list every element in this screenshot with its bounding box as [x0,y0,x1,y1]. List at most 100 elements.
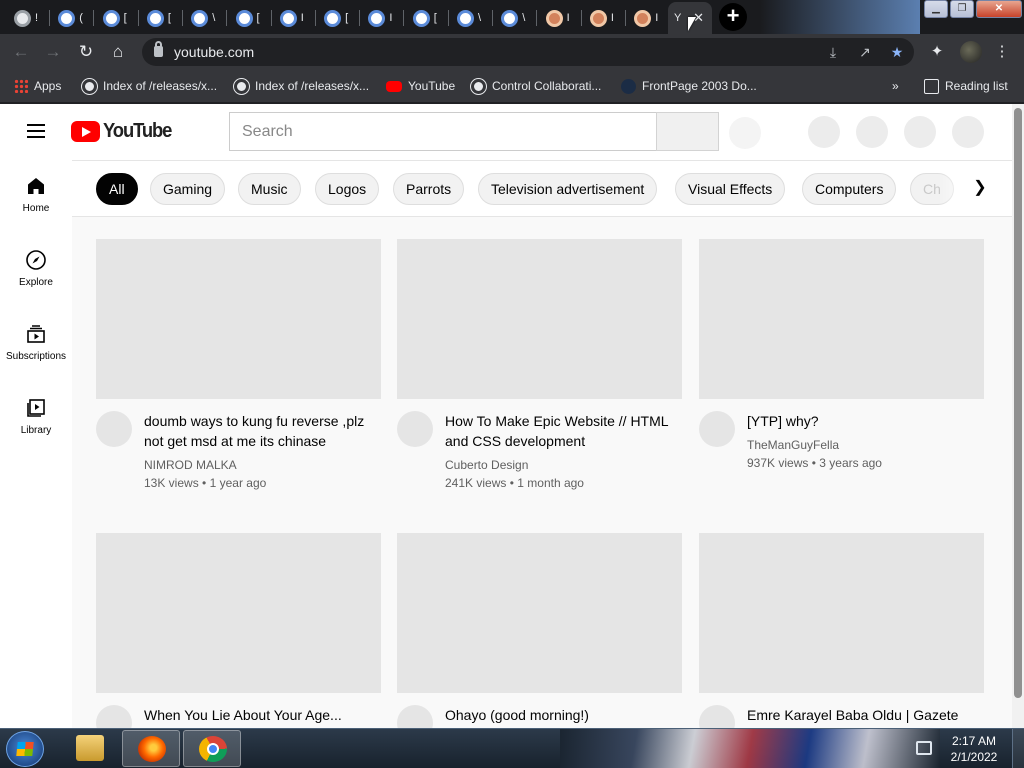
video-thumbnail[interactable] [96,533,381,693]
browser-tab[interactable]: I [628,4,671,32]
install-app-icon[interactable]: ⤓ [824,43,842,61]
url-text[interactable]: youtube.com [174,44,254,60]
browser-tab[interactable]: [ [318,4,361,32]
video-card[interactable]: [YTP] why? TheManGuyFella 937K views • 3… [699,239,985,470]
chip-parrots[interactable]: Parrots [393,173,465,205]
bookmark-frontpage-2003[interactable]: FrontPage 2003 Do... [621,77,757,95]
bookmark-index-releases-2[interactable]: Index of /releases/x... [234,77,369,95]
header-icon-placeholder[interactable] [904,116,936,148]
scrollbar-thumb[interactable] [1014,108,1022,698]
home-icon[interactable]: ⌂ [107,41,129,63]
channel-name[interactable]: NIMROD MALKA [144,458,237,472]
hamburger-menu-icon[interactable] [24,120,48,144]
browser-tab[interactable]: \ [495,4,538,32]
bookmark-youtube[interactable]: YouTube [386,77,455,95]
browser-tab[interactable]: [ [407,4,449,32]
chip-music[interactable]: Music [238,173,301,205]
chip-all[interactable]: All [96,173,138,205]
video-title[interactable]: doumb ways to kung fu reverse ,plz not g… [144,411,369,451]
chip-television-advertisement[interactable]: Television advertisement [478,173,658,205]
system-clock[interactable]: 2:17 AM 2/1/2022 [944,733,1004,765]
browser-tab[interactable]: I [584,4,626,32]
chip-visual-effects[interactable]: Visual Effects [675,173,786,205]
chip-gaming[interactable]: Gaming [150,173,226,205]
taskbar-explorer[interactable] [61,730,119,767]
show-desktop-button[interactable] [1012,729,1024,768]
channel-avatar[interactable] [96,411,132,447]
video-thumbnail[interactable] [96,239,381,399]
voice-search-placeholder[interactable] [729,117,761,149]
browser-tab[interactable]: \ [185,4,228,32]
address-bar[interactable]: youtube.com ⤓ ↗ ★ [142,38,914,66]
video-thumbnail[interactable] [699,239,984,399]
video-thumbnail[interactable] [699,533,984,693]
chrome-menu-icon[interactable]: ⋮ [992,42,1012,62]
video-thumbnail[interactable] [397,239,682,399]
search-box[interactable] [229,112,656,151]
bookmark-control-collaboration[interactable]: Control Collaborati... [471,77,601,95]
page-scrollbar[interactable] [1012,104,1024,728]
lock-icon[interactable] [154,41,163,57]
share-icon[interactable]: ↗ [856,43,874,61]
video-title[interactable]: How To Make Epic Website // HTML and CSS… [445,411,670,451]
bookmarks-overflow-button[interactable]: » [892,77,899,95]
browser-tab[interactable]: I [540,4,582,32]
close-window-button[interactable]: ✕ [976,0,1022,18]
browser-tab[interactable]: I [362,4,405,32]
channel-name[interactable]: TheManGuyFella [747,438,839,452]
channel-avatar[interactable] [96,705,132,728]
reading-list-button[interactable]: Reading list [924,77,1008,95]
video-card[interactable]: Emre Karayel Baba Oldu | Gazete [699,533,985,728]
taskbar-firefox[interactable] [122,730,180,767]
forward-icon[interactable]: → [42,41,64,63]
channel-avatar[interactable] [397,411,433,447]
browser-tab[interactable]: \ [451,4,493,32]
browser-tab[interactable]: I [274,4,316,32]
channel-name[interactable]: Cuberto Design [445,458,528,472]
video-title[interactable]: [YTP] why? [747,411,972,431]
channel-avatar[interactable] [397,705,433,728]
browser-tab[interactable]: [ [230,4,272,32]
maximize-button[interactable]: ❐ [950,0,974,18]
guide-item-subscriptions[interactable]: Subscriptions [0,308,72,382]
video-title[interactable]: When You Lie About Your Age... [144,705,369,725]
video-card[interactable]: When You Lie About Your Age... [96,533,382,728]
browser-tab[interactable]: [ [141,4,183,32]
network-icon[interactable] [916,741,932,755]
guide-item-home[interactable]: Home [0,160,72,234]
video-card[interactable]: How To Make Epic Website // HTML and CSS… [397,239,683,490]
video-title[interactable]: Emre Karayel Baba Oldu | Gazete [747,705,972,725]
profile-avatar[interactable] [960,41,982,63]
browser-tab[interactable]: [ [97,4,139,32]
avatar-placeholder[interactable] [952,116,984,148]
chip-computers[interactable]: Computers [802,173,897,205]
video-card[interactable]: Ohayo (good morning!) [397,533,683,728]
bookmark-apps[interactable]: Apps [14,77,61,95]
video-title[interactable]: Ohayo (good morning!) [445,705,670,725]
browser-tab[interactable]: ! [8,4,50,32]
video-thumbnail[interactable] [397,533,682,693]
new-tab-button[interactable]: + [719,3,747,31]
chip-logos[interactable]: Logos [315,173,380,205]
search-button[interactable] [656,112,719,151]
header-icon-placeholder[interactable] [808,116,840,148]
minimize-button[interactable]: ▁ [924,0,948,18]
reload-icon[interactable]: ↻ [75,41,97,63]
browser-tab[interactable]: ( [52,4,95,32]
bookmark-index-releases-1[interactable]: Index of /releases/x... [82,77,217,95]
start-button[interactable] [6,731,44,767]
guide-item-explore[interactable]: Explore [0,234,72,308]
bookmark-star-icon[interactable]: ★ [888,43,906,61]
back-icon[interactable]: ← [10,41,32,63]
extensions-puzzle-icon[interactable]: ✦ [927,42,947,62]
channel-avatar[interactable] [699,705,735,728]
channel-avatar[interactable] [699,411,735,447]
youtube-logo[interactable]: YouTube [71,120,177,143]
chevron-right-icon[interactable]: ❯ [968,176,992,200]
chevron-double-right-icon: » [892,79,899,93]
guide-item-library[interactable]: Library [0,382,72,456]
video-card[interactable]: doumb ways to kung fu reverse ,plz not g… [96,239,382,490]
taskbar-chrome[interactable] [183,730,241,767]
header-icon-placeholder[interactable] [856,116,888,148]
search-input[interactable] [230,113,656,150]
